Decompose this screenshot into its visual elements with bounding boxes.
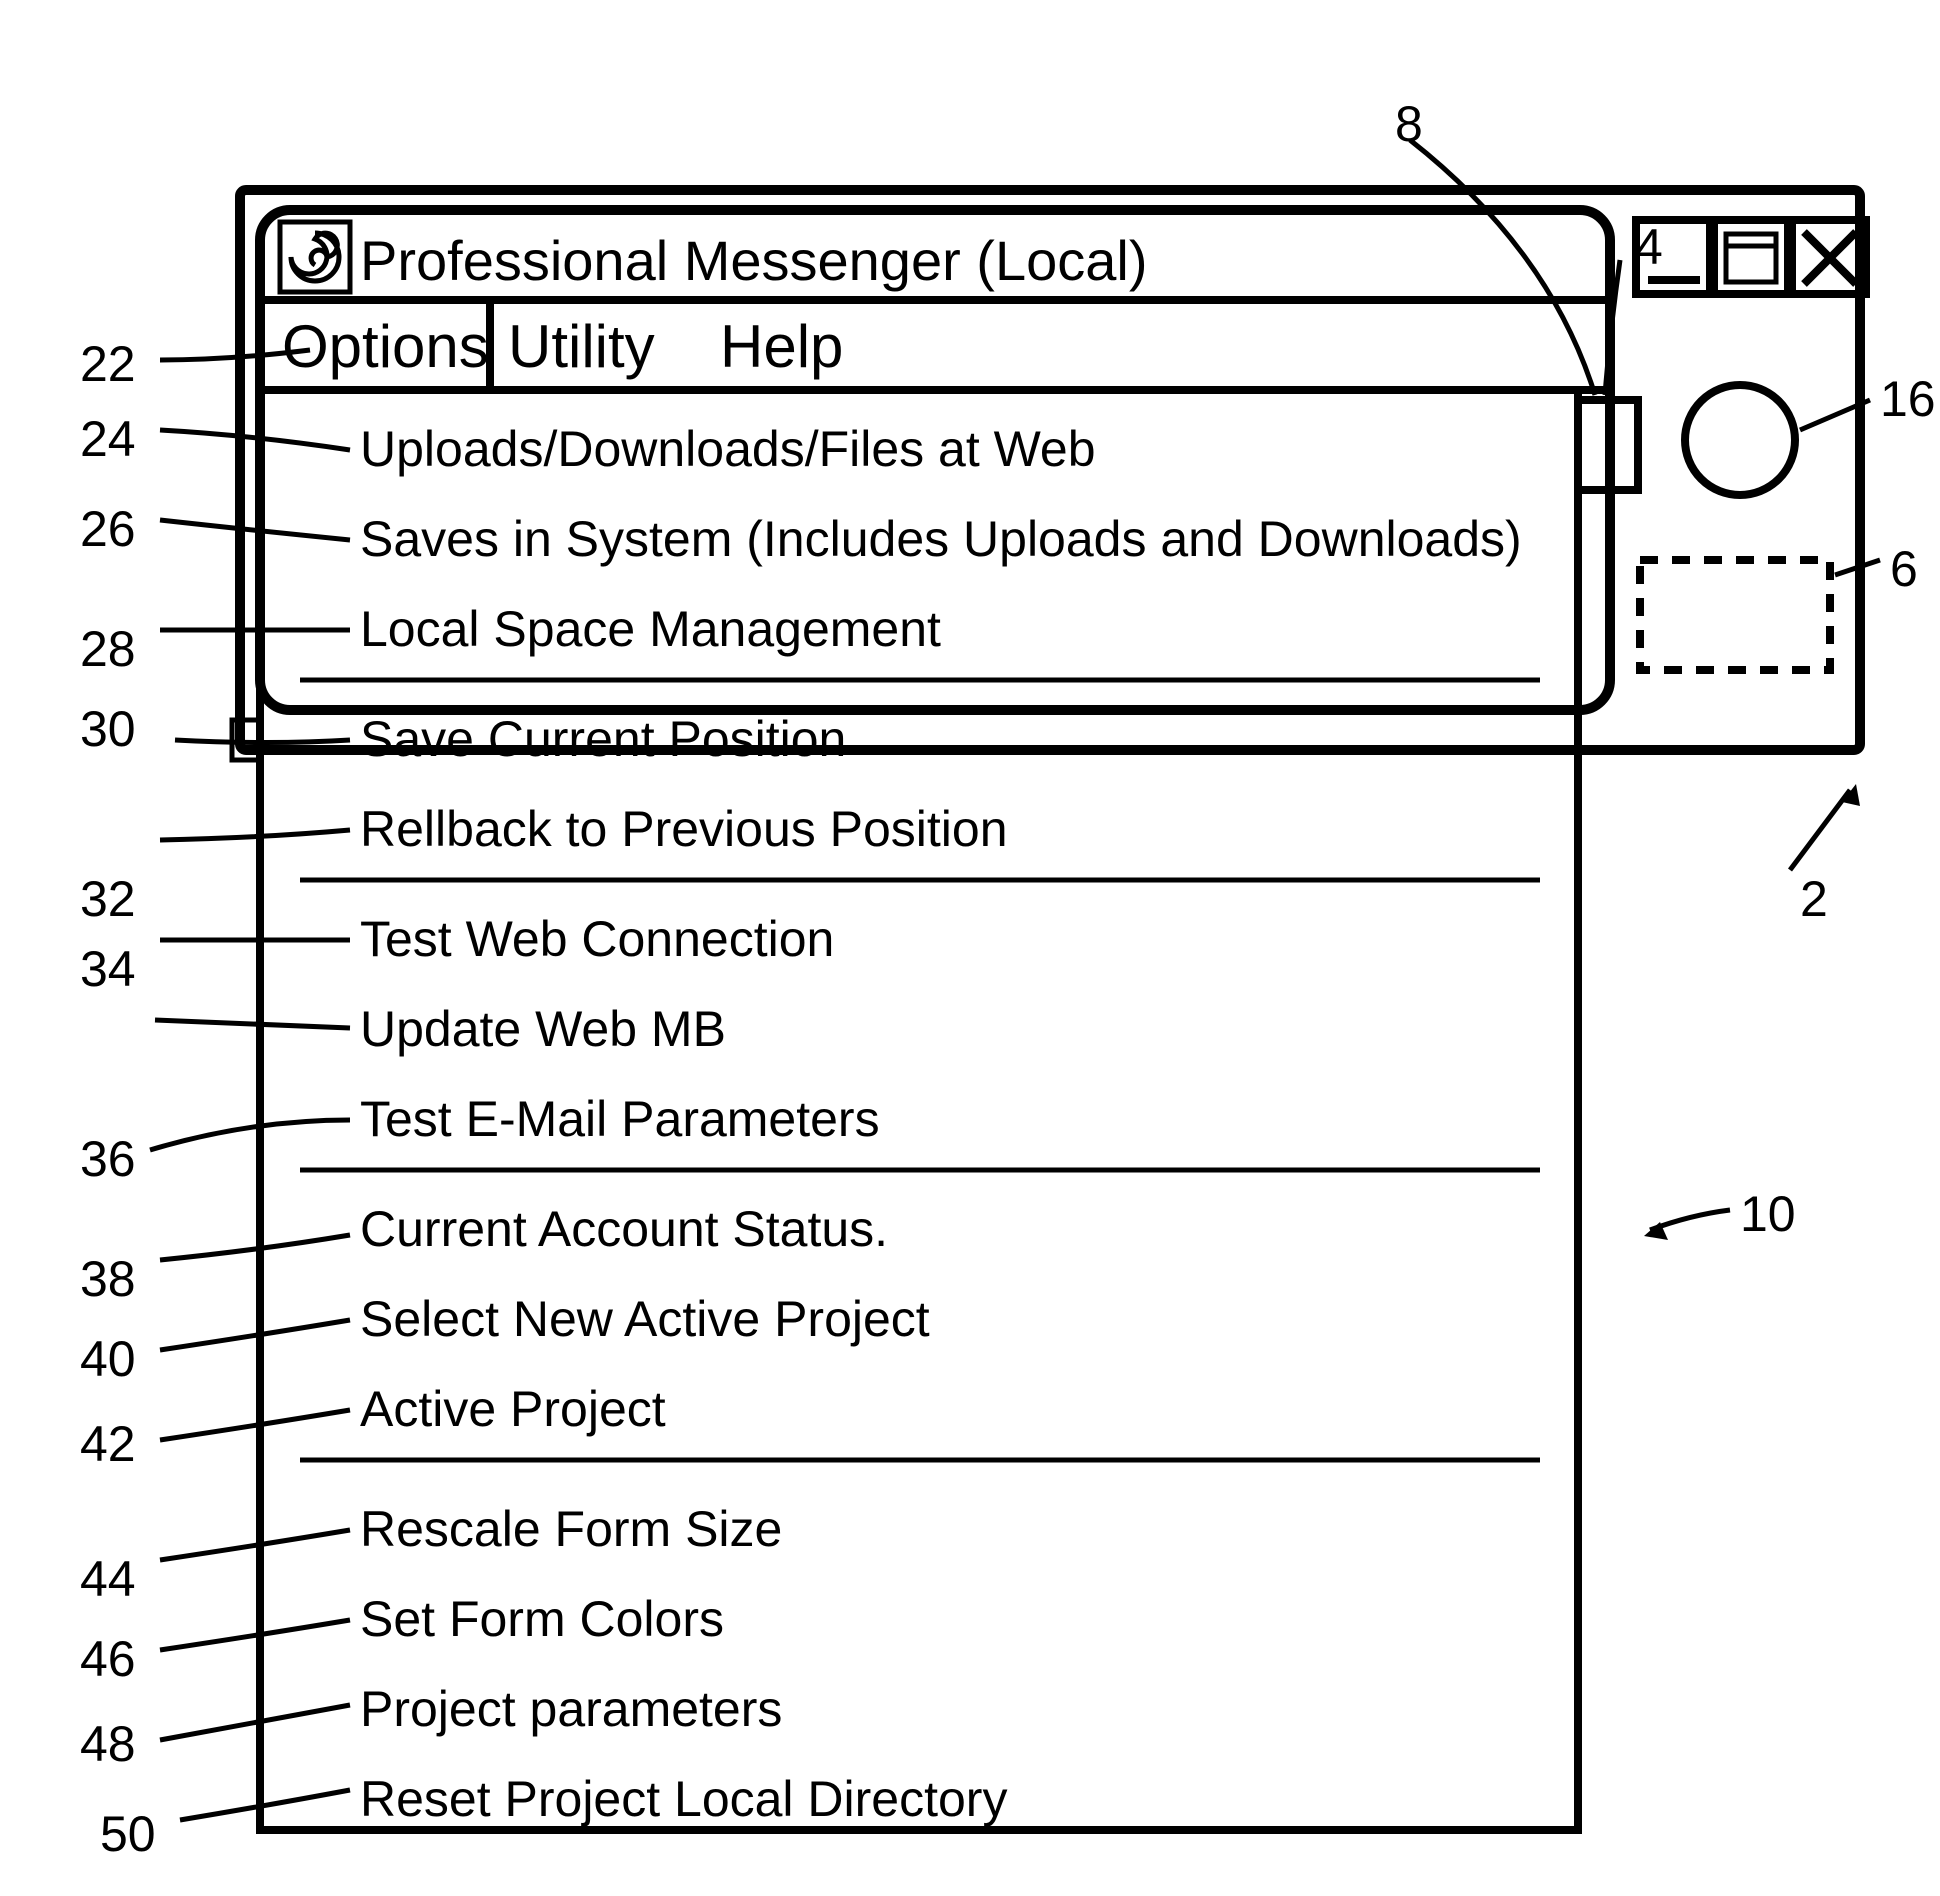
- callout: 48: [80, 1715, 136, 1773]
- callout: 50: [100, 1805, 156, 1863]
- menu-item[interactable]: Local Space Management: [360, 600, 941, 658]
- callout: 28: [80, 620, 136, 678]
- menu-item[interactable]: Test E-Mail Parameters: [360, 1090, 880, 1148]
- menu-item[interactable]: Reset Project Local Directory: [360, 1770, 1007, 1828]
- menu-item[interactable]: Update Web MB: [360, 1000, 726, 1058]
- callout: 30: [80, 700, 136, 758]
- callout: 46: [80, 1630, 136, 1688]
- callout: 40: [80, 1330, 136, 1388]
- callout: 26: [80, 500, 136, 558]
- minimize-icon[interactable]: [1636, 220, 1710, 294]
- app-swirl-icon: [280, 222, 350, 292]
- maximize-icon[interactable]: [1714, 220, 1788, 294]
- callout: 8: [1395, 95, 1423, 153]
- window-title: Professional Messenger (Local): [360, 228, 1147, 293]
- callout: 24: [80, 410, 136, 468]
- menu-item[interactable]: Rescale Form Size: [360, 1500, 782, 1558]
- menu-utility[interactable]: Utility: [508, 312, 655, 381]
- callout: 16: [1880, 370, 1936, 428]
- callout: 22: [80, 335, 136, 393]
- callout: 34: [80, 940, 136, 998]
- menu-item[interactable]: Test Web Connection: [360, 910, 834, 968]
- diagram-stage: Professional Messenger (Local) Options U…: [0, 0, 1940, 1896]
- menu-item[interactable]: Save Current Position: [360, 710, 846, 768]
- callout: 10: [1740, 1185, 1796, 1243]
- menu-item[interactable]: Select New Active Project: [360, 1290, 930, 1348]
- menu-item[interactable]: Saves in System (Includes Uploads and Do…: [360, 510, 1522, 568]
- menu-item[interactable]: Active Project: [360, 1380, 666, 1438]
- callout: 38: [80, 1250, 136, 1308]
- menu-help[interactable]: Help: [720, 312, 843, 381]
- menu-item[interactable]: Current Account Status.: [360, 1200, 888, 1258]
- callout: 36: [80, 1130, 136, 1188]
- callout: 2: [1800, 870, 1828, 928]
- callout: 6: [1890, 540, 1918, 598]
- menu-item[interactable]: Set Form Colors: [360, 1590, 724, 1648]
- callout: 42: [80, 1415, 136, 1473]
- menu-item[interactable]: Rellback to Previous Position: [360, 800, 1008, 858]
- callout: 44: [80, 1550, 136, 1608]
- menu-options[interactable]: Options: [282, 312, 489, 381]
- close-icon[interactable]: [1792, 220, 1866, 294]
- menu-item[interactable]: Project parameters: [360, 1680, 782, 1738]
- callout: 32: [80, 870, 136, 928]
- menu-item[interactable]: Uploads/Downloads/Files at Web: [360, 420, 1096, 478]
